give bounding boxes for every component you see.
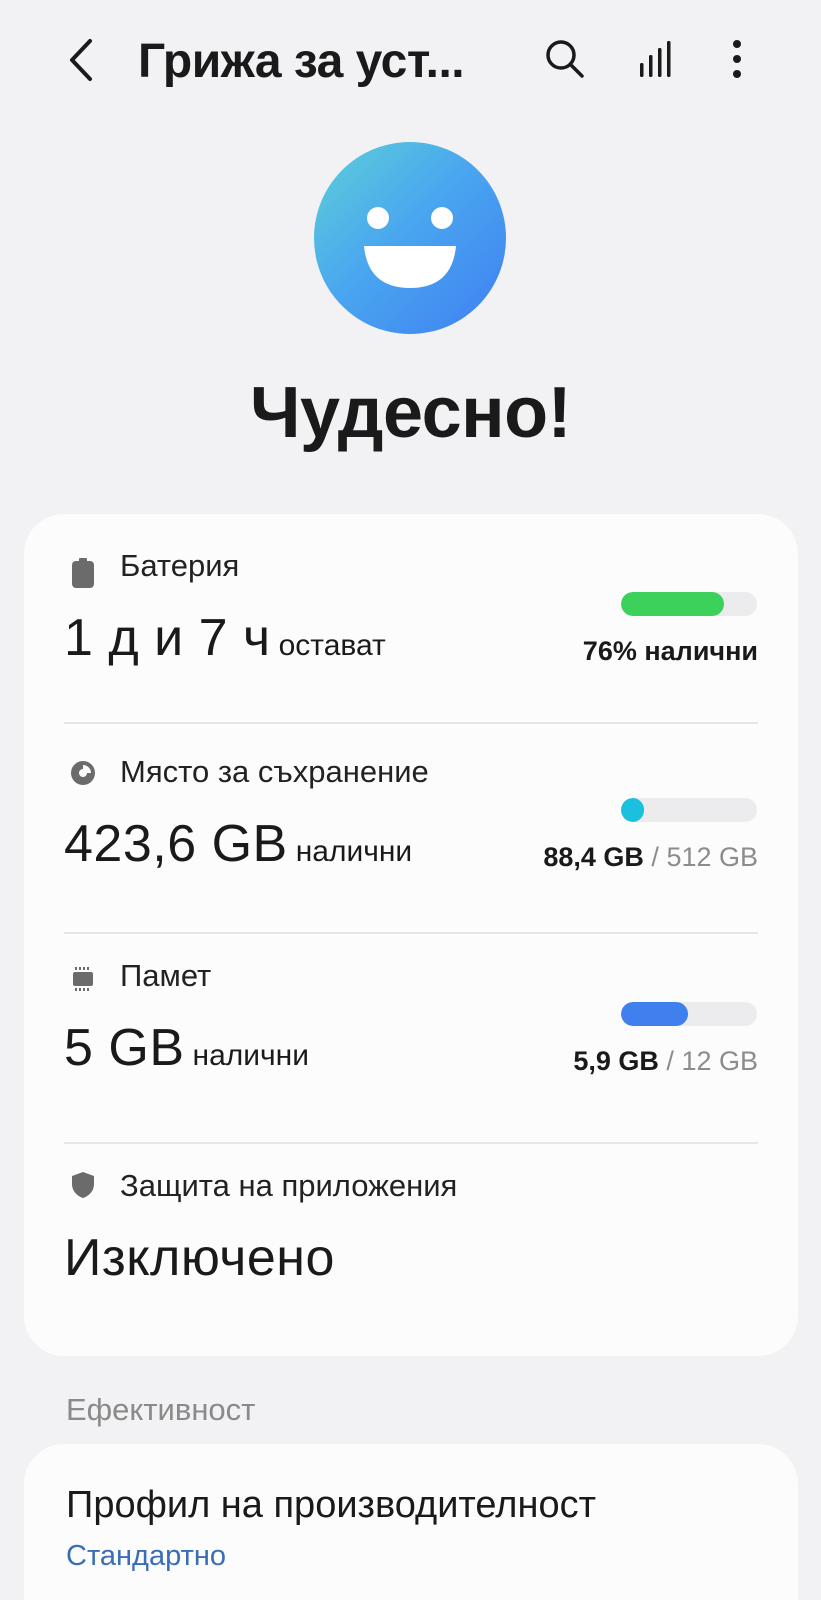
smiley-face-icon <box>314 142 506 334</box>
memory-row[interactable]: Памет 5 GB налични 5,9 GB / 12 GB <box>24 934 798 1144</box>
app-protection-row[interactable]: Защита на приложения Изключено <box>24 1144 798 1354</box>
battery-level-fill <box>621 592 725 616</box>
battery-label: Батерия <box>120 548 240 583</box>
battery-icon <box>68 558 98 588</box>
storage-usage: 88,4 GB / 512 GB <box>543 842 758 873</box>
storage-separator: / <box>651 842 659 872</box>
memory-separator: / <box>666 1046 674 1076</box>
memory-usage: 5,9 GB / 12 GB <box>573 1046 758 1077</box>
memory-used: 5,9 GB <box>573 1046 659 1076</box>
status-title: Чудесно! <box>249 373 572 453</box>
usage-stats-button[interactable] <box>632 34 682 84</box>
memory-unit: налични <box>192 1039 309 1072</box>
storage-value: 423,6 GB налични <box>64 814 412 874</box>
memory-chip-icon <box>68 964 98 994</box>
performance-profile-title: Профил на производителност <box>66 1484 596 1526</box>
performance-profile-value: Стандартно <box>66 1540 227 1572</box>
app-protection-label: Защита на приложения <box>120 1168 458 1203</box>
shield-icon <box>68 1170 98 1200</box>
storage-row[interactable]: Място за съхранение 423,6 GB налични 88,4… <box>24 724 798 934</box>
storage-pie-icon <box>68 758 98 788</box>
status-card: Батерия 1 д и 7 ч остават 76% налични Мяс… <box>24 514 798 1356</box>
storage-total: 512 GB <box>666 842 758 872</box>
battery-level-bar <box>621 592 757 616</box>
memory-total: 12 GB <box>681 1046 758 1076</box>
page-title: Грижа за уст... <box>138 35 465 88</box>
back-button[interactable] <box>56 30 106 90</box>
storage-level-bar <box>621 798 757 822</box>
battery-unit: остават <box>278 629 386 662</box>
memory-level-fill <box>621 1002 688 1026</box>
device-care-screen: Грижа за уст... Чудесно! Батерия 1 д и 7… <box>0 0 821 1600</box>
memory-level-bar <box>621 1002 757 1026</box>
section-header-efficiency: Ефективност <box>66 1392 256 1427</box>
search-button[interactable] <box>540 34 590 84</box>
more-vertical-icon <box>733 40 741 78</box>
back-icon <box>70 39 92 81</box>
battery-row[interactable]: Батерия 1 д и 7 ч остават 76% налични <box>24 514 798 724</box>
search-icon <box>546 40 584 78</box>
battery-value: 1 д и 7 ч остават <box>64 608 386 668</box>
storage-level-fill <box>621 798 645 822</box>
memory-label: Памет <box>120 958 212 993</box>
memory-value: 5 GB налични <box>64 1018 309 1078</box>
storage-used: 88,4 GB <box>543 842 644 872</box>
app-protection-value: Изключено <box>64 1229 335 1287</box>
storage-available: 423,6 GB <box>64 815 288 873</box>
battery-percent-text: 76% налични <box>582 636 758 666</box>
battery-percent: 76% налични <box>583 636 758 667</box>
more-options-button[interactable] <box>712 34 762 84</box>
battery-time-remaining: 1 д и 7 ч <box>64 609 271 667</box>
signal-chart-icon <box>640 41 671 77</box>
top-app-bar: Грижа за уст... <box>0 0 821 122</box>
memory-available: 5 GB <box>64 1019 185 1077</box>
storage-unit: налични <box>295 835 413 868</box>
performance-profile-card[interactable]: Профил на производителност Стандартно <box>24 1444 798 1600</box>
storage-label: Място за съхранение <box>120 754 429 789</box>
